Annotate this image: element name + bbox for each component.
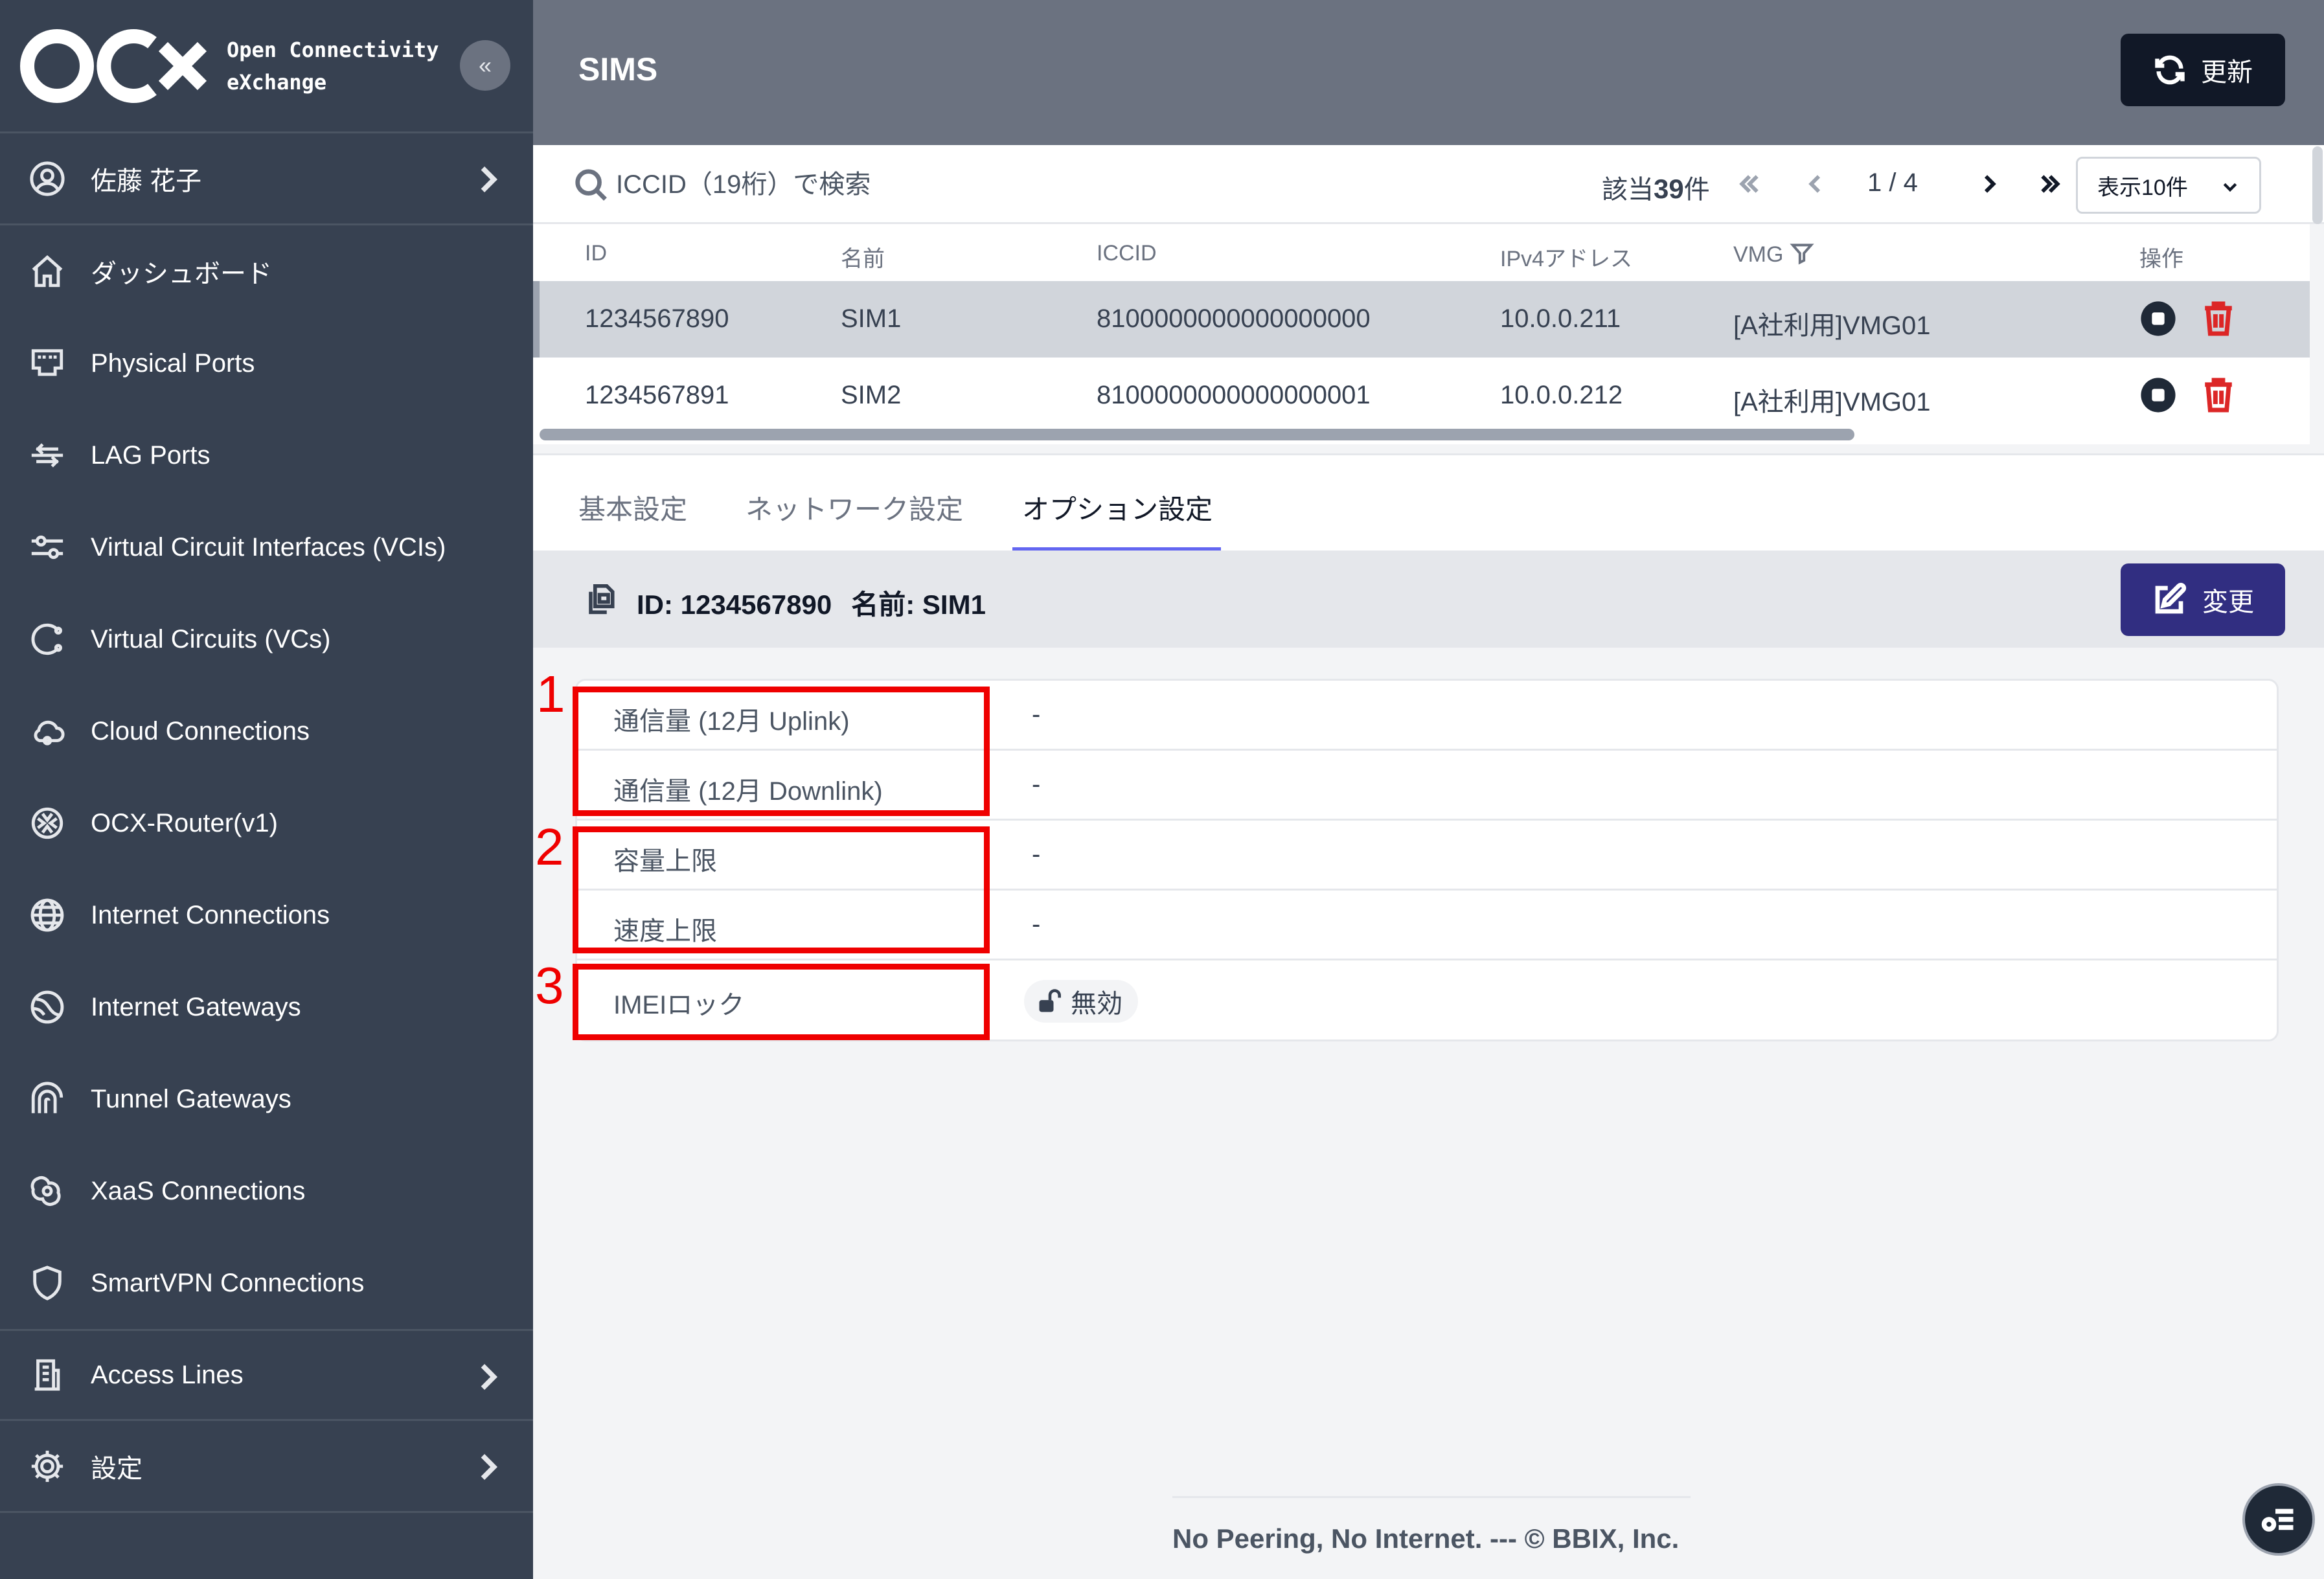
sidebar-item-physical-ports[interactable]: Physical Ports bbox=[0, 317, 533, 409]
lag-icon bbox=[27, 435, 67, 475]
table-row[interactable]: 1234567891 SIM2 8100000000000000001 10.0… bbox=[533, 358, 2310, 434]
sidebar-item-access-lines[interactable]: Access Lines bbox=[0, 1329, 533, 1421]
sidebar-item-xaas-connections[interactable]: XaaS Connections bbox=[0, 1145, 533, 1237]
circuit-icon bbox=[27, 619, 67, 659]
prev-page-button[interactable] bbox=[1796, 165, 1835, 203]
shield-icon bbox=[27, 1263, 67, 1303]
per-page-select[interactable]: 表示10件 bbox=[2076, 157, 2261, 214]
detail-header: ID: 1234567890 名前: SIM1 変更 bbox=[533, 551, 2324, 648]
tab-network-settings[interactable]: ネットワーク設定 bbox=[746, 488, 963, 527]
brand: Open Connectivity eXchange « bbox=[0, 0, 533, 133]
gear-icon bbox=[27, 1446, 67, 1486]
column-header-ipv4[interactable]: IPv4アドレス bbox=[1500, 241, 1632, 273]
sidebar-item-internet-connections[interactable]: Internet Connections bbox=[0, 869, 533, 961]
filter-icon[interactable] bbox=[1790, 241, 1815, 266]
result-count: 該当39件 bbox=[1602, 174, 1710, 204]
user-icon bbox=[27, 159, 67, 199]
tunnel-icon bbox=[27, 1079, 67, 1119]
unlock-icon bbox=[1039, 989, 1061, 1012]
status-badge: 無効 bbox=[1024, 980, 1138, 1023]
row-actions bbox=[2139, 376, 2237, 421]
column-header-ops: 操作 bbox=[2139, 247, 2183, 271]
router-icon bbox=[27, 803, 67, 843]
footer-text: No Peering, No Internet. --- © BBIX, Inc… bbox=[1172, 1523, 1680, 1554]
refresh-button[interactable]: 更新 bbox=[2121, 34, 2285, 106]
annotation-box-1 bbox=[573, 687, 990, 816]
column-header-name[interactable]: 名前 bbox=[841, 241, 885, 273]
ocx-logo bbox=[20, 28, 207, 103]
double-chevron-left-icon bbox=[1739, 175, 1759, 193]
sidebar-item-ocx-router[interactable]: OCX-Router(v1) bbox=[0, 777, 533, 869]
search-input[interactable] bbox=[616, 162, 1199, 207]
home-icon bbox=[27, 251, 67, 291]
column-header-id[interactable]: ID bbox=[585, 241, 607, 266]
sidebar-item-vcs[interactable]: Virtual Circuits (VCs) bbox=[0, 593, 533, 685]
sidebar-item-smartvpn-connections[interactable]: SmartVPN Connections bbox=[0, 1237, 533, 1329]
sidebar-item-cloud-connections[interactable]: Cloud Connections bbox=[0, 685, 533, 777]
globe-icon bbox=[27, 895, 67, 935]
next-page-button[interactable] bbox=[1970, 165, 2009, 203]
column-header-vmg[interactable]: VMG bbox=[1733, 241, 1815, 267]
vertical-scrollbar[interactable] bbox=[2312, 146, 2323, 224]
sidebar-item-tunnel-gateways[interactable]: Tunnel Gateways bbox=[0, 1053, 533, 1145]
xaas-icon bbox=[27, 1171, 67, 1211]
chevron-right-icon bbox=[475, 165, 501, 194]
sidebar-item-vcis[interactable]: Virtual Circuit Interfaces (VCIs) bbox=[0, 501, 533, 593]
sim-card-icon bbox=[585, 582, 620, 617]
edit-icon bbox=[2155, 582, 2187, 614]
table-toolbar: 該当39件 1 / 4 表示10件 bbox=[533, 145, 2324, 224]
tab-basic-settings[interactable]: 基本設定 bbox=[578, 488, 687, 527]
row-actions bbox=[2139, 299, 2237, 345]
search-icon bbox=[573, 167, 608, 202]
building-icon bbox=[27, 1355, 67, 1395]
footer-divider bbox=[1172, 1496, 1691, 1498]
annotation-box-2 bbox=[573, 826, 990, 953]
table-row[interactable]: 1234567890 SIM1 8100000000000000000 10.0… bbox=[533, 281, 2310, 358]
list-settings-icon bbox=[2261, 1508, 2294, 1532]
floating-menu-button[interactable] bbox=[2242, 1483, 2315, 1556]
chevron-down-icon bbox=[2223, 183, 2237, 192]
sidebar: Open Connectivity eXchange « 佐藤 花子 ダッシュボ… bbox=[0, 0, 533, 1579]
port-icon bbox=[27, 343, 67, 383]
table-header: ID 名前 ICCID IPv4アドレス VMG 操作 bbox=[533, 224, 2310, 281]
sidebar-item-settings[interactable]: 設定 bbox=[0, 1421, 533, 1513]
annotation-box-3 bbox=[573, 964, 990, 1040]
detail-tabs: 基本設定 ネットワーク設定 オプション設定 bbox=[533, 453, 2324, 551]
stop-icon[interactable] bbox=[2139, 300, 2177, 344]
annotation-number-1: 1 bbox=[536, 665, 565, 723]
chevron-right-icon bbox=[475, 1362, 501, 1392]
trash-icon[interactable] bbox=[2200, 299, 2237, 345]
stop-icon[interactable] bbox=[2139, 376, 2177, 420]
double-chevron-left-icon: « bbox=[478, 52, 492, 78]
gateway-icon bbox=[27, 987, 67, 1027]
last-page-button[interactable] bbox=[2031, 165, 2069, 203]
page-indicator: 1 / 4 bbox=[1867, 168, 1918, 197]
detail-title: ID: 1234567890 名前: SIM1 bbox=[637, 589, 986, 620]
double-chevron-right-icon bbox=[2041, 175, 2060, 193]
sidebar-item-dashboard[interactable]: ダッシュボード bbox=[0, 225, 533, 317]
annotation-number-3: 3 bbox=[535, 957, 564, 1014]
edit-button[interactable]: 変更 bbox=[2121, 563, 2285, 636]
cloud-icon bbox=[27, 711, 67, 751]
sidebar-item-lag-ports[interactable]: LAG Ports bbox=[0, 409, 533, 501]
chevron-right-icon bbox=[475, 1452, 501, 1482]
sliders-icon bbox=[27, 527, 67, 567]
sims-table: ID 名前 ICCID IPv4アドレス VMG 操作 1234567890 S… bbox=[533, 224, 2310, 444]
trash-icon[interactable] bbox=[2200, 376, 2237, 421]
first-page-button[interactable] bbox=[1730, 165, 1769, 203]
collapse-sidebar-button[interactable]: « bbox=[460, 40, 510, 91]
page-title: SIMS bbox=[578, 51, 658, 87]
tab-option-settings[interactable]: オプション設定 bbox=[1022, 488, 1213, 527]
user-name: 佐藤 花子 bbox=[91, 166, 202, 196]
horizontal-scrollbar[interactable] bbox=[540, 429, 1854, 440]
chevron-left-icon bbox=[1808, 175, 1821, 193]
user-menu[interactable]: 佐藤 花子 bbox=[0, 133, 533, 225]
brand-name: Open Connectivity eXchange bbox=[227, 37, 439, 95]
page-header: SIMS 更新 bbox=[533, 0, 2324, 145]
refresh-icon bbox=[2155, 55, 2185, 85]
annotation-number-2: 2 bbox=[535, 818, 564, 876]
column-header-iccid[interactable]: ICCID bbox=[1097, 241, 1157, 266]
sidebar-item-internet-gateways[interactable]: Internet Gateways bbox=[0, 961, 533, 1053]
chevron-right-icon bbox=[1984, 175, 1996, 193]
